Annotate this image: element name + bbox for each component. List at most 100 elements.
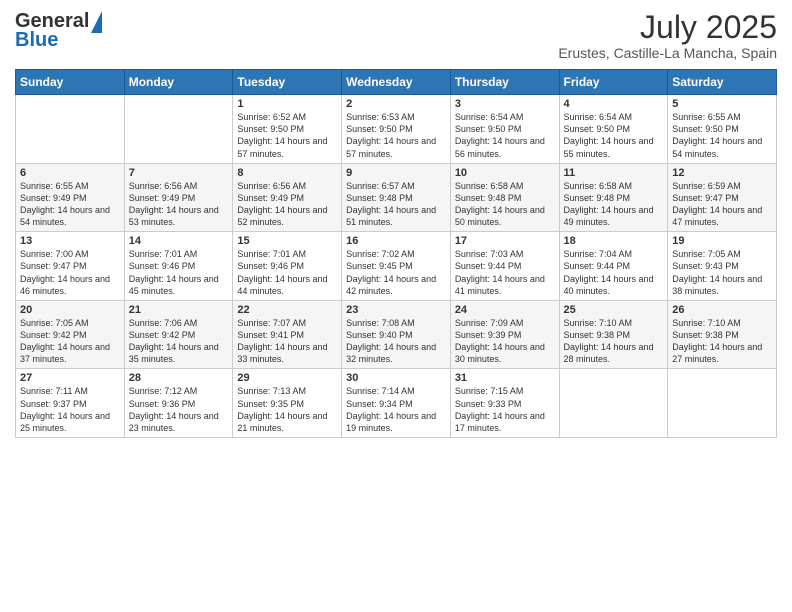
calendar-cell: 6Sunrise: 6:55 AMSunset: 9:49 PMDaylight… — [16, 163, 125, 232]
day-info: Sunrise: 7:00 AMSunset: 9:47 PMDaylight:… — [20, 248, 120, 297]
day-info: Sunrise: 6:56 AMSunset: 9:49 PMDaylight:… — [129, 180, 229, 229]
main-title: July 2025 — [558, 10, 777, 45]
day-number: 13 — [20, 235, 120, 247]
day-info: Sunrise: 7:07 AMSunset: 9:41 PMDaylight:… — [237, 317, 337, 366]
day-info: Sunrise: 7:13 AMSunset: 9:35 PMDaylight:… — [237, 385, 337, 434]
logo-blue: Blue — [15, 29, 58, 52]
day-number: 8 — [237, 167, 337, 179]
day-number: 18 — [564, 235, 664, 247]
calendar-cell: 31Sunrise: 7:15 AMSunset: 9:33 PMDayligh… — [450, 369, 559, 438]
calendar-cell: 3Sunrise: 6:54 AMSunset: 9:50 PMDaylight… — [450, 95, 559, 164]
day-info: Sunrise: 6:59 AMSunset: 9:47 PMDaylight:… — [672, 180, 772, 229]
day-info: Sunrise: 6:57 AMSunset: 9:48 PMDaylight:… — [346, 180, 446, 229]
calendar-week-row: 20Sunrise: 7:05 AMSunset: 9:42 PMDayligh… — [16, 300, 777, 369]
day-info: Sunrise: 7:04 AMSunset: 9:44 PMDaylight:… — [564, 248, 664, 297]
day-number: 6 — [20, 167, 120, 179]
calendar-week-row: 13Sunrise: 7:00 AMSunset: 9:47 PMDayligh… — [16, 232, 777, 301]
day-of-week-header: Sunday — [16, 70, 125, 95]
calendar-cell: 8Sunrise: 6:56 AMSunset: 9:49 PMDaylight… — [233, 163, 342, 232]
day-number: 17 — [455, 235, 555, 247]
day-number: 4 — [564, 98, 664, 110]
day-number: 23 — [346, 304, 446, 316]
calendar-cell: 9Sunrise: 6:57 AMSunset: 9:48 PMDaylight… — [342, 163, 451, 232]
calendar-cell: 13Sunrise: 7:00 AMSunset: 9:47 PMDayligh… — [16, 232, 125, 301]
subtitle: Erustes, Castille-La Mancha, Spain — [558, 45, 777, 61]
calendar-cell: 28Sunrise: 7:12 AMSunset: 9:36 PMDayligh… — [124, 369, 233, 438]
day-info: Sunrise: 7:14 AMSunset: 9:34 PMDaylight:… — [346, 385, 446, 434]
calendar-cell: 11Sunrise: 6:58 AMSunset: 9:48 PMDayligh… — [559, 163, 668, 232]
day-info: Sunrise: 7:02 AMSunset: 9:45 PMDaylight:… — [346, 248, 446, 297]
calendar-cell: 17Sunrise: 7:03 AMSunset: 9:44 PMDayligh… — [450, 232, 559, 301]
header: General Blue July 2025 Erustes, Castille… — [15, 10, 777, 61]
calendar-cell — [16, 95, 125, 164]
calendar-cell — [124, 95, 233, 164]
day-number: 19 — [672, 235, 772, 247]
calendar-cell: 2Sunrise: 6:53 AMSunset: 9:50 PMDaylight… — [342, 95, 451, 164]
day-of-week-header: Friday — [559, 70, 668, 95]
day-number: 10 — [455, 167, 555, 179]
day-number: 5 — [672, 98, 772, 110]
day-number: 31 — [455, 372, 555, 384]
day-of-week-header: Monday — [124, 70, 233, 95]
calendar-cell: 23Sunrise: 7:08 AMSunset: 9:40 PMDayligh… — [342, 300, 451, 369]
calendar-cell: 1Sunrise: 6:52 AMSunset: 9:50 PMDaylight… — [233, 95, 342, 164]
day-number: 12 — [672, 167, 772, 179]
day-info: Sunrise: 6:55 AMSunset: 9:49 PMDaylight:… — [20, 180, 120, 229]
calendar-table: SundayMondayTuesdayWednesdayThursdayFrid… — [15, 69, 777, 438]
title-block: July 2025 Erustes, Castille-La Mancha, S… — [558, 10, 777, 61]
page: General Blue July 2025 Erustes, Castille… — [0, 0, 792, 612]
day-number: 30 — [346, 372, 446, 384]
day-number: 14 — [129, 235, 229, 247]
day-info: Sunrise: 7:12 AMSunset: 9:36 PMDaylight:… — [129, 385, 229, 434]
day-of-week-header: Wednesday — [342, 70, 451, 95]
calendar-cell: 12Sunrise: 6:59 AMSunset: 9:47 PMDayligh… — [668, 163, 777, 232]
logo: General Blue — [15, 10, 102, 52]
calendar-cell: 25Sunrise: 7:10 AMSunset: 9:38 PMDayligh… — [559, 300, 668, 369]
day-number: 24 — [455, 304, 555, 316]
calendar-cell: 14Sunrise: 7:01 AMSunset: 9:46 PMDayligh… — [124, 232, 233, 301]
calendar-week-row: 6Sunrise: 6:55 AMSunset: 9:49 PMDaylight… — [16, 163, 777, 232]
calendar-cell: 22Sunrise: 7:07 AMSunset: 9:41 PMDayligh… — [233, 300, 342, 369]
calendar-cell: 24Sunrise: 7:09 AMSunset: 9:39 PMDayligh… — [450, 300, 559, 369]
day-info: Sunrise: 7:01 AMSunset: 9:46 PMDaylight:… — [237, 248, 337, 297]
calendar-cell: 30Sunrise: 7:14 AMSunset: 9:34 PMDayligh… — [342, 369, 451, 438]
day-number: 29 — [237, 372, 337, 384]
day-number: 7 — [129, 167, 229, 179]
day-info: Sunrise: 6:54 AMSunset: 9:50 PMDaylight:… — [455, 111, 555, 160]
day-info: Sunrise: 7:08 AMSunset: 9:40 PMDaylight:… — [346, 317, 446, 366]
day-info: Sunrise: 6:58 AMSunset: 9:48 PMDaylight:… — [455, 180, 555, 229]
calendar-cell: 20Sunrise: 7:05 AMSunset: 9:42 PMDayligh… — [16, 300, 125, 369]
day-info: Sunrise: 6:58 AMSunset: 9:48 PMDaylight:… — [564, 180, 664, 229]
calendar-cell: 27Sunrise: 7:11 AMSunset: 9:37 PMDayligh… — [16, 369, 125, 438]
day-number: 25 — [564, 304, 664, 316]
day-info: Sunrise: 7:09 AMSunset: 9:39 PMDaylight:… — [455, 317, 555, 366]
calendar-cell: 26Sunrise: 7:10 AMSunset: 9:38 PMDayligh… — [668, 300, 777, 369]
day-number: 11 — [564, 167, 664, 179]
day-of-week-header: Saturday — [668, 70, 777, 95]
day-info: Sunrise: 7:11 AMSunset: 9:37 PMDaylight:… — [20, 385, 120, 434]
day-number: 22 — [237, 304, 337, 316]
day-info: Sunrise: 7:05 AMSunset: 9:42 PMDaylight:… — [20, 317, 120, 366]
day-number: 27 — [20, 372, 120, 384]
calendar-cell: 4Sunrise: 6:54 AMSunset: 9:50 PMDaylight… — [559, 95, 668, 164]
calendar-cell: 5Sunrise: 6:55 AMSunset: 9:50 PMDaylight… — [668, 95, 777, 164]
calendar-cell: 18Sunrise: 7:04 AMSunset: 9:44 PMDayligh… — [559, 232, 668, 301]
calendar-cell: 29Sunrise: 7:13 AMSunset: 9:35 PMDayligh… — [233, 369, 342, 438]
logo-block: General Blue — [15, 10, 102, 52]
day-info: Sunrise: 6:53 AMSunset: 9:50 PMDaylight:… — [346, 111, 446, 160]
day-of-week-header: Thursday — [450, 70, 559, 95]
calendar-cell — [668, 369, 777, 438]
day-info: Sunrise: 7:10 AMSunset: 9:38 PMDaylight:… — [672, 317, 772, 366]
day-number: 26 — [672, 304, 772, 316]
day-number: 1 — [237, 98, 337, 110]
calendar-cell: 21Sunrise: 7:06 AMSunset: 9:42 PMDayligh… — [124, 300, 233, 369]
calendar-cell — [559, 369, 668, 438]
day-info: Sunrise: 6:55 AMSunset: 9:50 PMDaylight:… — [672, 111, 772, 160]
calendar-week-row: 27Sunrise: 7:11 AMSunset: 9:37 PMDayligh… — [16, 369, 777, 438]
calendar-cell: 16Sunrise: 7:02 AMSunset: 9:45 PMDayligh… — [342, 232, 451, 301]
day-number: 3 — [455, 98, 555, 110]
day-number: 28 — [129, 372, 229, 384]
calendar-cell: 19Sunrise: 7:05 AMSunset: 9:43 PMDayligh… — [668, 232, 777, 301]
day-number: 15 — [237, 235, 337, 247]
day-info: Sunrise: 7:01 AMSunset: 9:46 PMDaylight:… — [129, 248, 229, 297]
